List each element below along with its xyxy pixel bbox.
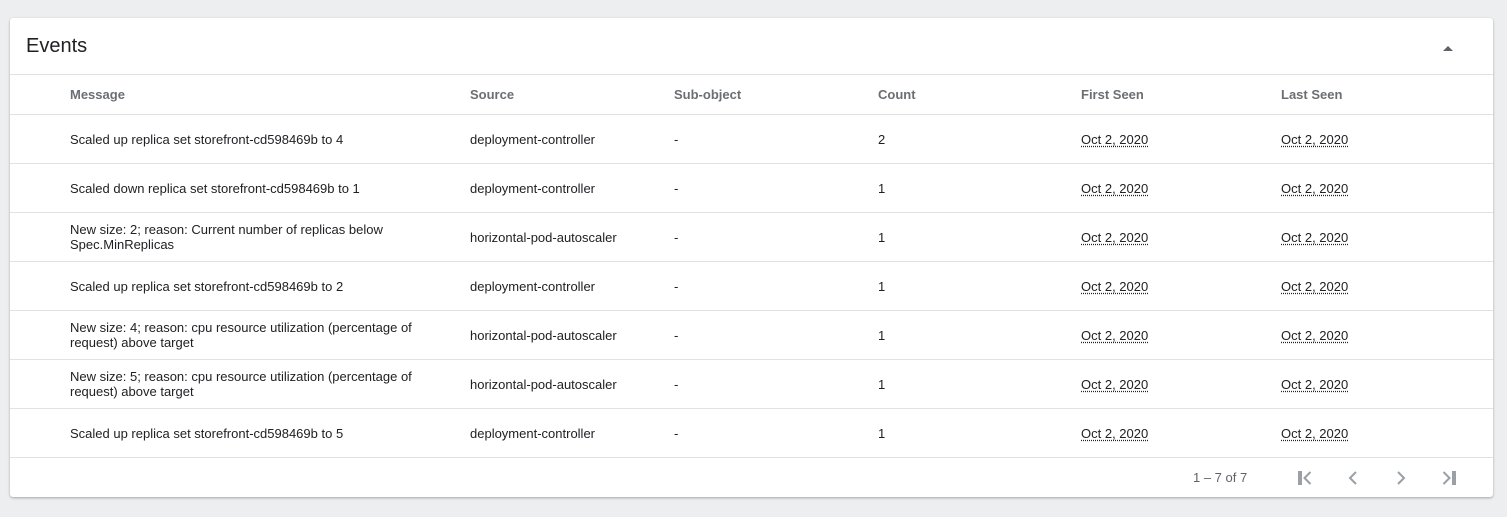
event-message: Scaled up replica set storefront-cd59846… xyxy=(70,131,344,147)
event-message: New size: 2; reason: Current number of r… xyxy=(70,222,383,252)
event-message: Scaled up replica set storefront-cd59846… xyxy=(70,278,344,294)
column-header-first-seen[interactable]: First Seen xyxy=(1081,75,1271,114)
table-row: Scaled up replica set storefront-cd59846… xyxy=(10,409,1493,458)
column-header-last-seen[interactable]: Last Seen xyxy=(1281,75,1471,114)
event-message: Scaled up replica set storefront-cd59846… xyxy=(70,425,344,441)
event-count: 1 xyxy=(878,327,886,343)
last-seen-date: Oct 2, 2020 xyxy=(1281,131,1349,147)
event-subobject: - xyxy=(674,425,679,441)
first-seen-date: Oct 2, 2020 xyxy=(1081,131,1149,147)
event-source: deployment-controller xyxy=(470,180,596,196)
event-last-seen: Oct 2, 2020 xyxy=(1281,164,1471,212)
last-seen-date: Oct 2, 2020 xyxy=(1281,327,1349,343)
table-header-row: Message Source Sub-object Count First Se… xyxy=(10,75,1493,115)
event-subobject: - xyxy=(674,131,679,147)
event-count: 1 xyxy=(878,376,886,392)
event-first-seen: Oct 2, 2020 xyxy=(1081,213,1271,261)
column-header-source[interactable]: Source xyxy=(470,75,660,114)
event-last-seen: Oct 2, 2020 xyxy=(1281,213,1471,261)
chevron-up-icon xyxy=(1443,45,1453,51)
event-count: 1 xyxy=(878,425,886,441)
events-table: Message Source Sub-object Count First Se… xyxy=(10,75,1493,458)
event-count: 1 xyxy=(878,229,886,245)
event-message: Scaled down replica set storefront-cd598… xyxy=(70,180,360,196)
last-seen-date: Oct 2, 2020 xyxy=(1281,278,1349,294)
paginator-range-label: 1 – 7 of 7 xyxy=(1193,470,1248,485)
table-row: New size: 5; reason: cpu resource utiliz… xyxy=(10,360,1493,409)
event-source: deployment-controller xyxy=(470,278,596,294)
event-last-seen: Oct 2, 2020 xyxy=(1281,115,1471,163)
last-seen-date: Oct 2, 2020 xyxy=(1281,229,1349,245)
event-first-seen: Oct 2, 2020 xyxy=(1081,311,1271,359)
first-seen-date: Oct 2, 2020 xyxy=(1081,180,1149,196)
card-title: Events xyxy=(26,35,88,57)
event-first-seen: Oct 2, 2020 xyxy=(1081,115,1271,163)
first-seen-date: Oct 2, 2020 xyxy=(1081,278,1149,294)
event-source: deployment-controller xyxy=(470,131,596,147)
column-header-count[interactable]: Count xyxy=(878,75,1068,114)
event-message: New size: 5; reason: cpu resource utiliz… xyxy=(70,369,412,399)
event-last-seen: Oct 2, 2020 xyxy=(1281,262,1471,310)
first-page-icon xyxy=(1298,471,1312,485)
table-row: New size: 4; reason: cpu resource utiliz… xyxy=(10,311,1493,360)
event-first-seen: Oct 2, 2020 xyxy=(1081,360,1271,408)
previous-page-button[interactable] xyxy=(1341,466,1365,490)
next-page-button[interactable] xyxy=(1389,466,1413,490)
event-subobject: - xyxy=(674,376,679,392)
event-count: 1 xyxy=(878,278,886,294)
collapse-button[interactable] xyxy=(1436,36,1460,60)
first-seen-date: Oct 2, 2020 xyxy=(1081,376,1149,392)
table-row: Scaled up replica set storefront-cd59846… xyxy=(10,262,1493,311)
table-row: Scaled up replica set storefront-cd59846… xyxy=(10,115,1493,164)
event-first-seen: Oct 2, 2020 xyxy=(1081,409,1271,457)
events-card: Events Message Source Sub-object Count F… xyxy=(10,18,1493,497)
last-seen-date: Oct 2, 2020 xyxy=(1281,425,1349,441)
event-first-seen: Oct 2, 2020 xyxy=(1081,164,1271,212)
event-last-seen: Oct 2, 2020 xyxy=(1281,409,1471,457)
first-page-button[interactable] xyxy=(1293,466,1317,490)
event-subobject: - xyxy=(674,327,679,343)
paginator: 1 – 7 of 7 xyxy=(10,458,1493,497)
event-message: New size: 4; reason: cpu resource utiliz… xyxy=(70,320,412,350)
column-header-subobject[interactable]: Sub-object xyxy=(674,75,864,114)
last-page-icon xyxy=(1442,471,1456,485)
last-seen-date: Oct 2, 2020 xyxy=(1281,180,1349,196)
event-count: 2 xyxy=(878,131,886,147)
event-source: deployment-controller xyxy=(470,425,596,441)
first-seen-date: Oct 2, 2020 xyxy=(1081,425,1149,441)
event-subobject: - xyxy=(674,180,679,196)
last-seen-date: Oct 2, 2020 xyxy=(1281,376,1349,392)
event-count: 1 xyxy=(878,180,886,196)
previous-page-icon xyxy=(1348,471,1357,485)
event-subobject: - xyxy=(674,278,679,294)
event-last-seen: Oct 2, 2020 xyxy=(1281,311,1471,359)
event-last-seen: Oct 2, 2020 xyxy=(1281,360,1471,408)
event-first-seen: Oct 2, 2020 xyxy=(1081,262,1271,310)
first-seen-date: Oct 2, 2020 xyxy=(1081,229,1149,245)
event-source: horizontal-pod-autoscaler xyxy=(470,229,617,245)
first-seen-date: Oct 2, 2020 xyxy=(1081,327,1149,343)
table-row: New size: 2; reason: Current number of r… xyxy=(10,213,1493,262)
last-page-button[interactable] xyxy=(1437,466,1461,490)
table-row: Scaled down replica set storefront-cd598… xyxy=(10,164,1493,213)
event-source: horizontal-pod-autoscaler xyxy=(470,327,617,343)
next-page-icon xyxy=(1397,471,1406,485)
event-subobject: - xyxy=(674,229,679,245)
event-source: horizontal-pod-autoscaler xyxy=(470,376,617,392)
card-header: Events xyxy=(10,18,1493,75)
column-header-message[interactable]: Message xyxy=(70,75,455,114)
